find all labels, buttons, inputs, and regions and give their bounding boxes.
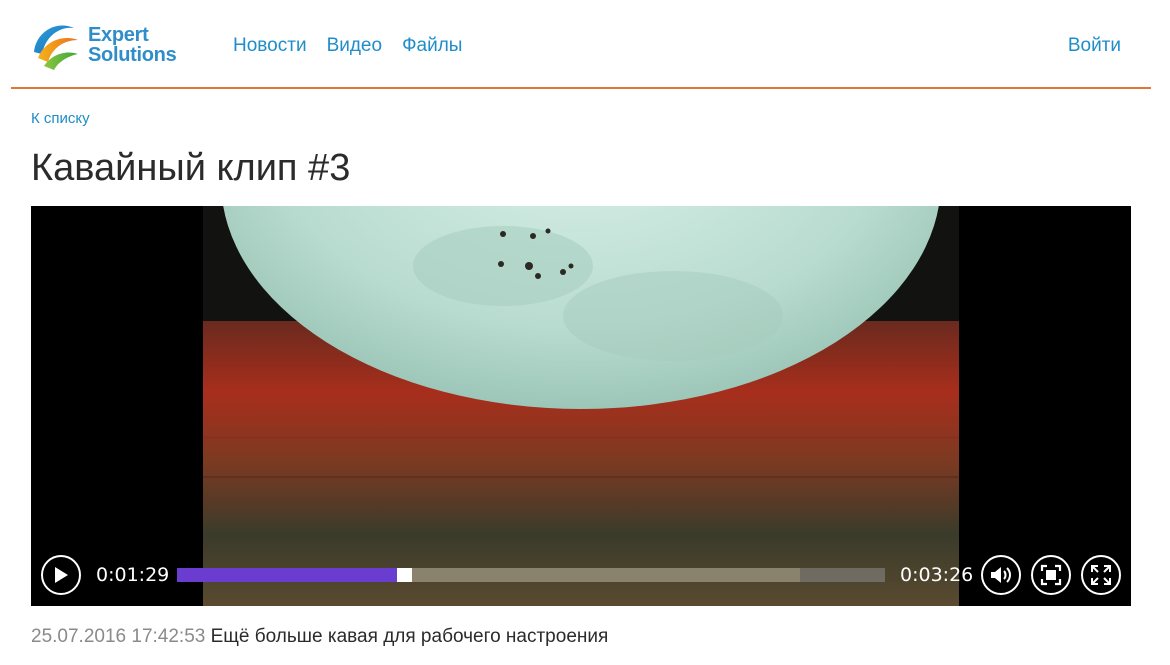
logo-line-1: Expert <box>88 24 149 46</box>
fit-screen-icon <box>1040 564 1062 586</box>
video-frame-image <box>203 206 959 606</box>
fullscreen-icon <box>1091 565 1111 585</box>
duration-time: 0:03:26 <box>900 564 974 586</box>
video-player[interactable]: 0:01:29 0:03:26 <box>31 206 1131 606</box>
login-link[interactable]: Войти <box>1068 34 1121 58</box>
logo-icon <box>34 25 78 70</box>
main-nav: Новости Видео Файлы <box>233 34 462 58</box>
volume-button[interactable] <box>981 555 1021 595</box>
nav-item-news[interactable]: Новости <box>233 34 307 58</box>
volume-icon <box>991 567 1011 583</box>
header-divider <box>11 87 1151 89</box>
back-to-list-link[interactable]: К списку <box>31 109 90 129</box>
video-description: Ещё больше кавая для рабочего настроения <box>210 626 609 647</box>
page-title: Кавайный клип #3 <box>31 147 351 189</box>
nav-item-files[interactable]: Файлы <box>402 34 462 58</box>
logo[interactable]: Expert Solutions <box>28 18 198 72</box>
progress-bar[interactable] <box>177 568 885 582</box>
video-meta: 25.07.2016 17:42:53 Ещё больше кавая для… <box>31 625 608 649</box>
play-button[interactable] <box>41 555 81 595</box>
player-controls: 0:01:29 0:03:26 <box>31 551 1131 601</box>
progress-thumb[interactable] <box>397 568 412 582</box>
fullscreen-button[interactable] <box>1081 555 1121 595</box>
fit-screen-button[interactable] <box>1031 555 1071 595</box>
nav-item-video[interactable]: Видео <box>327 34 383 58</box>
current-time: 0:01:29 <box>96 564 170 586</box>
publish-date: 25.07.2016 17:42:53 <box>31 626 206 647</box>
logo-text: Expert Solutions <box>88 24 177 66</box>
progress-played <box>177 568 404 582</box>
video-frame[interactable] <box>203 206 959 606</box>
logo-line-2: Solutions <box>88 44 177 66</box>
play-icon <box>55 567 68 583</box>
site-header: Expert Solutions Новости Видео Файлы Вой… <box>0 0 1170 90</box>
